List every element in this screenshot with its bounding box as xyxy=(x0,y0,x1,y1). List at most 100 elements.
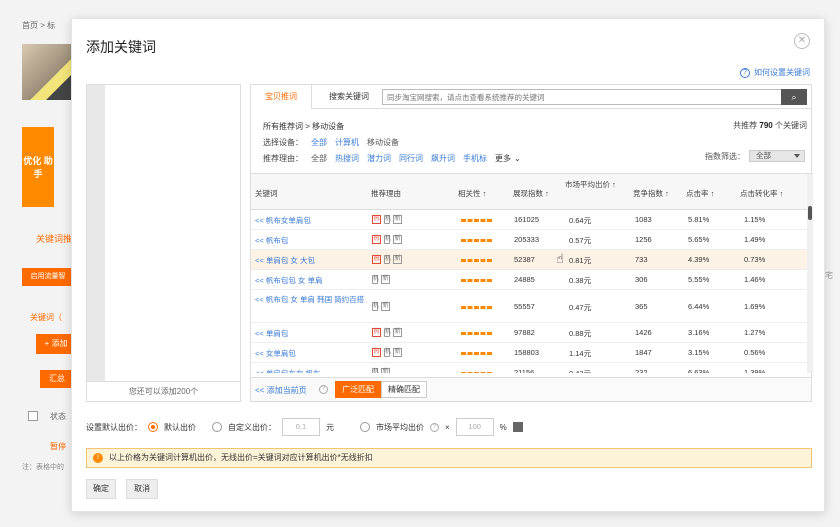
select-all-checkbox[interactable] xyxy=(28,411,38,421)
device-computer[interactable]: 计算机 xyxy=(335,135,359,151)
ctr-value: 3.16% xyxy=(688,328,710,337)
calculator-icon[interactable] xyxy=(512,422,523,432)
mobile-icon: 机 xyxy=(372,368,379,373)
market-bid-label: 市场平均出价 xyxy=(376,422,424,432)
impressions-value: 52387 xyxy=(514,255,535,264)
reason-icons: 热机新 xyxy=(372,215,402,224)
mobile-icon: 机 xyxy=(384,255,392,264)
keyword-section-title: 关键词（ xyxy=(30,313,62,322)
col-competition[interactable]: 竞争指数 ↑ xyxy=(633,188,669,199)
enable-flow-button[interactable]: 启用流量智 xyxy=(22,268,74,286)
add-current-page-link[interactable]: << 添加当前页 xyxy=(255,385,307,396)
mobile-icon: 机 xyxy=(372,302,380,311)
keyword-link[interactable]: << 帆布包 女 单肩 韩国 简约百搭 xyxy=(255,294,365,305)
reason-mobile-title[interactable]: 手机标 xyxy=(463,151,487,167)
col-relevance[interactable]: 相关性 ↑ xyxy=(458,188,486,199)
table-row[interactable]: << 帆布女单肩包热机新 161025 0.64元 1083 5.81% 1.15% xyxy=(251,210,807,230)
table-footer: << 添加当前页 ? 广泛匹配 精确匹配 xyxy=(251,377,811,401)
keyword-link[interactable]: << 单肩包 女 大包 xyxy=(255,255,365,266)
paused-status: 暂停 xyxy=(50,442,66,451)
table-row[interactable]: << 帆布包 女 单肩 韩国 简约百搭机新 55557 0.47元 365 6.44% 1… xyxy=(251,290,807,323)
ctr-value: 6.63% xyxy=(688,368,710,373)
default-bid-radio[interactable] xyxy=(148,422,158,432)
keyword-tab[interactable]: 关键词推 xyxy=(36,232,72,245)
custom-bid-radio[interactable] xyxy=(212,422,222,432)
status-column-header: 状态 xyxy=(50,412,66,421)
col-ctr[interactable]: 点击率 ↑ xyxy=(686,188,714,199)
summary-button[interactable]: 汇总 xyxy=(40,370,74,388)
competition-value: 1256 xyxy=(635,235,652,244)
market-help-icon[interactable]: ? xyxy=(430,422,439,432)
relevance-bar xyxy=(461,279,493,282)
exact-match-button[interactable]: 精确匹配 xyxy=(381,381,427,398)
tab-search-keyword[interactable]: 搜索关键词 xyxy=(315,85,383,109)
keyword-link[interactable]: << 单肩包布女 帆布 xyxy=(255,368,365,373)
search-icon[interactable]: ⌕ xyxy=(781,89,807,105)
optimize-assistant-badge[interactable]: 优化 助手 xyxy=(22,127,54,207)
col-cvr[interactable]: 点击转化率 ↑ xyxy=(740,188,783,199)
confirm-button[interactable]: 确定 xyxy=(86,479,116,499)
keyword-link[interactable]: << 帆布女单肩包 xyxy=(255,215,365,226)
hot-icon: 热 xyxy=(372,348,381,357)
new-icon: 新 xyxy=(381,368,390,373)
multiply-sign: × xyxy=(445,422,450,432)
avg-bid-value: 0.57元 xyxy=(569,236,592,245)
table-row[interactable]: << 单肩包 女 大包热机新 52387 0.81元 733 4.39% 0.73% xyxy=(251,250,807,270)
keyword-link[interactable]: << 帆布包 xyxy=(255,235,365,246)
device-all[interactable]: 全部 xyxy=(311,135,327,151)
reason-all[interactable]: 全部 xyxy=(311,151,327,167)
close-icon[interactable]: ✕ xyxy=(794,33,810,49)
cvr-value: 1.15% xyxy=(744,215,766,224)
broad-match-button[interactable]: 广泛匹配 xyxy=(335,381,381,398)
reason-potential[interactable]: 潜力词 xyxy=(367,151,391,167)
new-icon: 新 xyxy=(393,328,402,337)
device-label: 选择设备： xyxy=(263,138,303,147)
scroll-thumb[interactable] xyxy=(808,206,812,220)
more-filters[interactable]: 更多 ⌄ xyxy=(495,151,521,167)
cvr-value: 1.39% xyxy=(744,368,766,373)
cvr-value: 1.49% xyxy=(744,235,766,244)
reason-hot[interactable]: 热搜词 xyxy=(335,151,359,167)
reason-icons: 机新 xyxy=(372,275,390,284)
more-label: 更多 xyxy=(495,154,511,163)
help-link-label: 如何设置关键词 xyxy=(754,68,810,77)
market-bid-radio[interactable] xyxy=(360,422,370,432)
tab-item-recommend[interactable]: 宝贝推词 xyxy=(251,85,312,109)
keyword-search-input[interactable] xyxy=(382,89,782,105)
cancel-button[interactable]: 取消 xyxy=(126,479,158,499)
help-link[interactable]: ? 如何设置关键词 xyxy=(740,67,810,78)
reason-peer[interactable]: 同行词 xyxy=(399,151,423,167)
ctr-value: 3.15% xyxy=(688,348,710,357)
question-icon[interactable]: ? xyxy=(319,385,328,394)
table-row[interactable]: << 帆布包包 女 单肩机新 24885 0.38元 306 5.55% 1.46% xyxy=(251,270,807,290)
index-filter-label: 指数筛选： xyxy=(705,151,745,161)
table-row[interactable]: << 单肩包热机新 97882 0.88元 1426 3.16% 1.27% xyxy=(251,323,807,343)
relevance-bar xyxy=(461,259,493,262)
competition-value: 365 xyxy=(635,302,648,311)
col-keyword[interactable]: 关键词 xyxy=(255,188,278,199)
device-mobile[interactable]: 移动设备 xyxy=(367,135,399,151)
keyword-link[interactable]: << 帆布包包 女 单肩 xyxy=(255,275,365,286)
custom-bid-input[interactable]: 0.1 xyxy=(282,418,320,436)
product-thumbnail xyxy=(22,44,72,100)
col-avg-bid[interactable]: 市场平均出价 ↑ xyxy=(565,180,621,190)
custom-bid-label: 自定义出价： xyxy=(228,422,276,432)
keyword-link[interactable]: << 单肩包 xyxy=(255,328,365,339)
warning-icon: ! xyxy=(93,453,103,463)
table-row[interactable]: << 帆布包热机新 205333 0.57元 1256 5.65% 1.49% xyxy=(251,230,807,250)
percent-input[interactable]: 100 xyxy=(455,418,494,436)
selected-list-scroll[interactable] xyxy=(87,85,105,381)
reason-rising[interactable]: 飙升词 xyxy=(431,151,455,167)
impressions-value: 97882 xyxy=(514,328,535,337)
index-filter-select[interactable]: 全部 xyxy=(749,150,805,162)
competition-value: 1847 xyxy=(635,348,652,357)
col-impressions[interactable]: 展现指数 ↑ xyxy=(513,188,549,199)
table-row[interactable]: << 单肩包布女 帆布 机新 21156 0.42元 232 6.63% 1.39% xyxy=(251,363,807,373)
add-keyword-button[interactable]: + 添加 xyxy=(36,334,76,354)
table-row[interactable]: << 女单肩包热机新 158803 1.14元 1847 3.15% 0.56% xyxy=(251,343,807,363)
default-bid-row: 设置默认出价： 默认出价 自定义出价： 0.1 元 市场平均出价 ? × 100… xyxy=(86,418,523,436)
competition-value: 1083 xyxy=(635,215,652,224)
table-scrollbar[interactable] xyxy=(807,174,813,373)
keyword-link[interactable]: << 女单肩包 xyxy=(255,348,365,359)
ctr-value: 4.39% xyxy=(688,255,710,264)
